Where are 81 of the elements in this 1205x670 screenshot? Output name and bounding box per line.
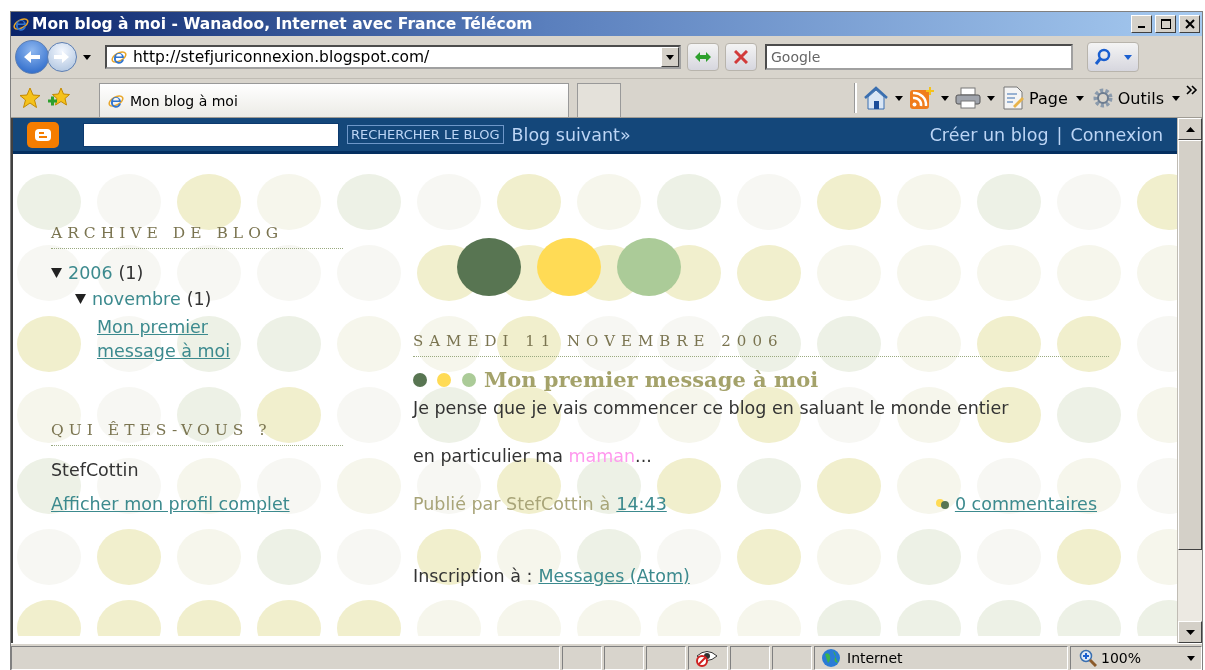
window-title: Mon blog à moi - Wanadoo, Internet avec France Télécom [32,15,534,33]
post-paragraph: Je pense que je vais commencer ce blog en saluant le monde entier [413,398,1010,418]
next-blog-link[interactable]: Blog suivant» [511,124,631,145]
address-dropdown-button[interactable] [661,47,679,67]
post-at: à [599,494,611,514]
blog-search-button[interactable]: RECHERCHER LE BLOG [347,125,504,144]
three-dots-icon [413,372,477,387]
caret-icon[interactable] [895,95,904,101]
zoom-caret-icon[interactable] [1187,655,1195,661]
caret-icon [1124,54,1132,60]
tools-menu-button[interactable]: Outils [1089,87,1166,109]
address-field[interactable]: http://stefjuriconnexion.blogspot.com/ [105,45,681,69]
scroll-up-button[interactable] [1178,118,1202,140]
browser-tab[interactable]: Mon blog à moi [99,83,569,117]
feed-icon[interactable] [909,86,936,110]
stop-icon [734,50,748,64]
url-text: http://stefjuriconnexion.blogspot.com/ [133,48,431,66]
page-icon [108,92,124,109]
caret-icon[interactable] [1075,95,1084,101]
scroll-down-button[interactable] [1178,621,1202,643]
scrollbar-thumb[interactable] [1178,140,1202,550]
down-arrow-icon [1185,629,1195,635]
home-icon[interactable] [863,86,890,110]
blog-search-field[interactable] [83,122,339,147]
post-paragraph: en particulier ma maman... [413,446,653,466]
navbar-link[interactable]: Créer un blog [929,124,1049,145]
archive-count: (1) [118,263,144,283]
zoom-icon [1079,649,1097,667]
search-field[interactable]: Google [765,44,1073,70]
navbar-link[interactable]: Connexion [1070,124,1163,145]
up-arrow-icon [1185,126,1195,132]
page-icon [1003,86,1026,110]
post-title: Mon premier message à moi [484,367,819,392]
refresh-icon [694,49,712,65]
history-caret-icon[interactable] [83,54,91,60]
favorites-star-icon[interactable] [19,87,41,109]
sidebar-heading: QUI ÊTES-VOUS ? [51,421,343,446]
stop-button[interactable] [725,43,757,71]
caret-icon[interactable] [666,54,674,60]
archive-link[interactable]: 2006 [68,263,113,283]
atom-feed-link[interactable]: Messages (Atom) [538,566,690,586]
vertical-scrollbar[interactable] [1177,118,1202,643]
printer-icon[interactable] [955,87,982,109]
comments-link[interactable]: 0 commentaires [954,494,1097,514]
profile-name: StefCottin [51,460,140,480]
maximize-button[interactable] [1155,15,1176,33]
maximize-icon [1160,19,1171,29]
blogger-logo-icon[interactable] [27,121,59,148]
toggle-triangle-icon[interactable] [51,268,62,278]
caret-icon[interactable] [987,95,996,101]
sidebar-heading: ARCHIVE DE BLOG [51,224,343,249]
caret-icon[interactable] [941,95,950,101]
globe-icon [821,648,841,668]
minimize-button[interactable] [1131,15,1152,33]
toggle-triangle-icon[interactable] [75,294,86,304]
security-zone: Internet [847,650,903,666]
gear-icon [1091,87,1114,109]
comment-dots-icon [934,498,951,510]
post-date: SAMEDI 11 NOVEMBRE 2006 [413,332,1109,357]
privacy-eye-icon[interactable] [695,649,719,667]
archive-count: (1) [186,289,212,309]
right-arrow-icon [53,50,71,64]
post-byline: Publié par StefCottin [413,494,594,514]
profile-link[interactable]: Afficher mon profil complet [51,494,290,514]
forward-button[interactable] [47,42,77,72]
close-button[interactable] [1179,15,1200,33]
page-menu-button[interactable]: Page [1001,86,1070,110]
caret-icon[interactable] [1172,95,1180,101]
back-button[interactable] [15,40,49,74]
link-separator: | [1056,124,1063,145]
post-time-link[interactable]: 14:43 [616,494,667,514]
page-icon [111,49,127,65]
left-arrow-icon [22,49,42,65]
chevron-icon[interactable] [1186,85,1198,95]
close-icon [1184,19,1195,29]
search-icon [1094,48,1112,66]
archive-link[interactable]: novembre [92,289,181,309]
archive-post-link[interactable]: Mon premier message à moi [97,315,287,363]
refresh-button[interactable] [687,43,719,71]
browser-logo-icon [13,16,29,32]
subscribe-label: Inscription à : [413,566,533,586]
